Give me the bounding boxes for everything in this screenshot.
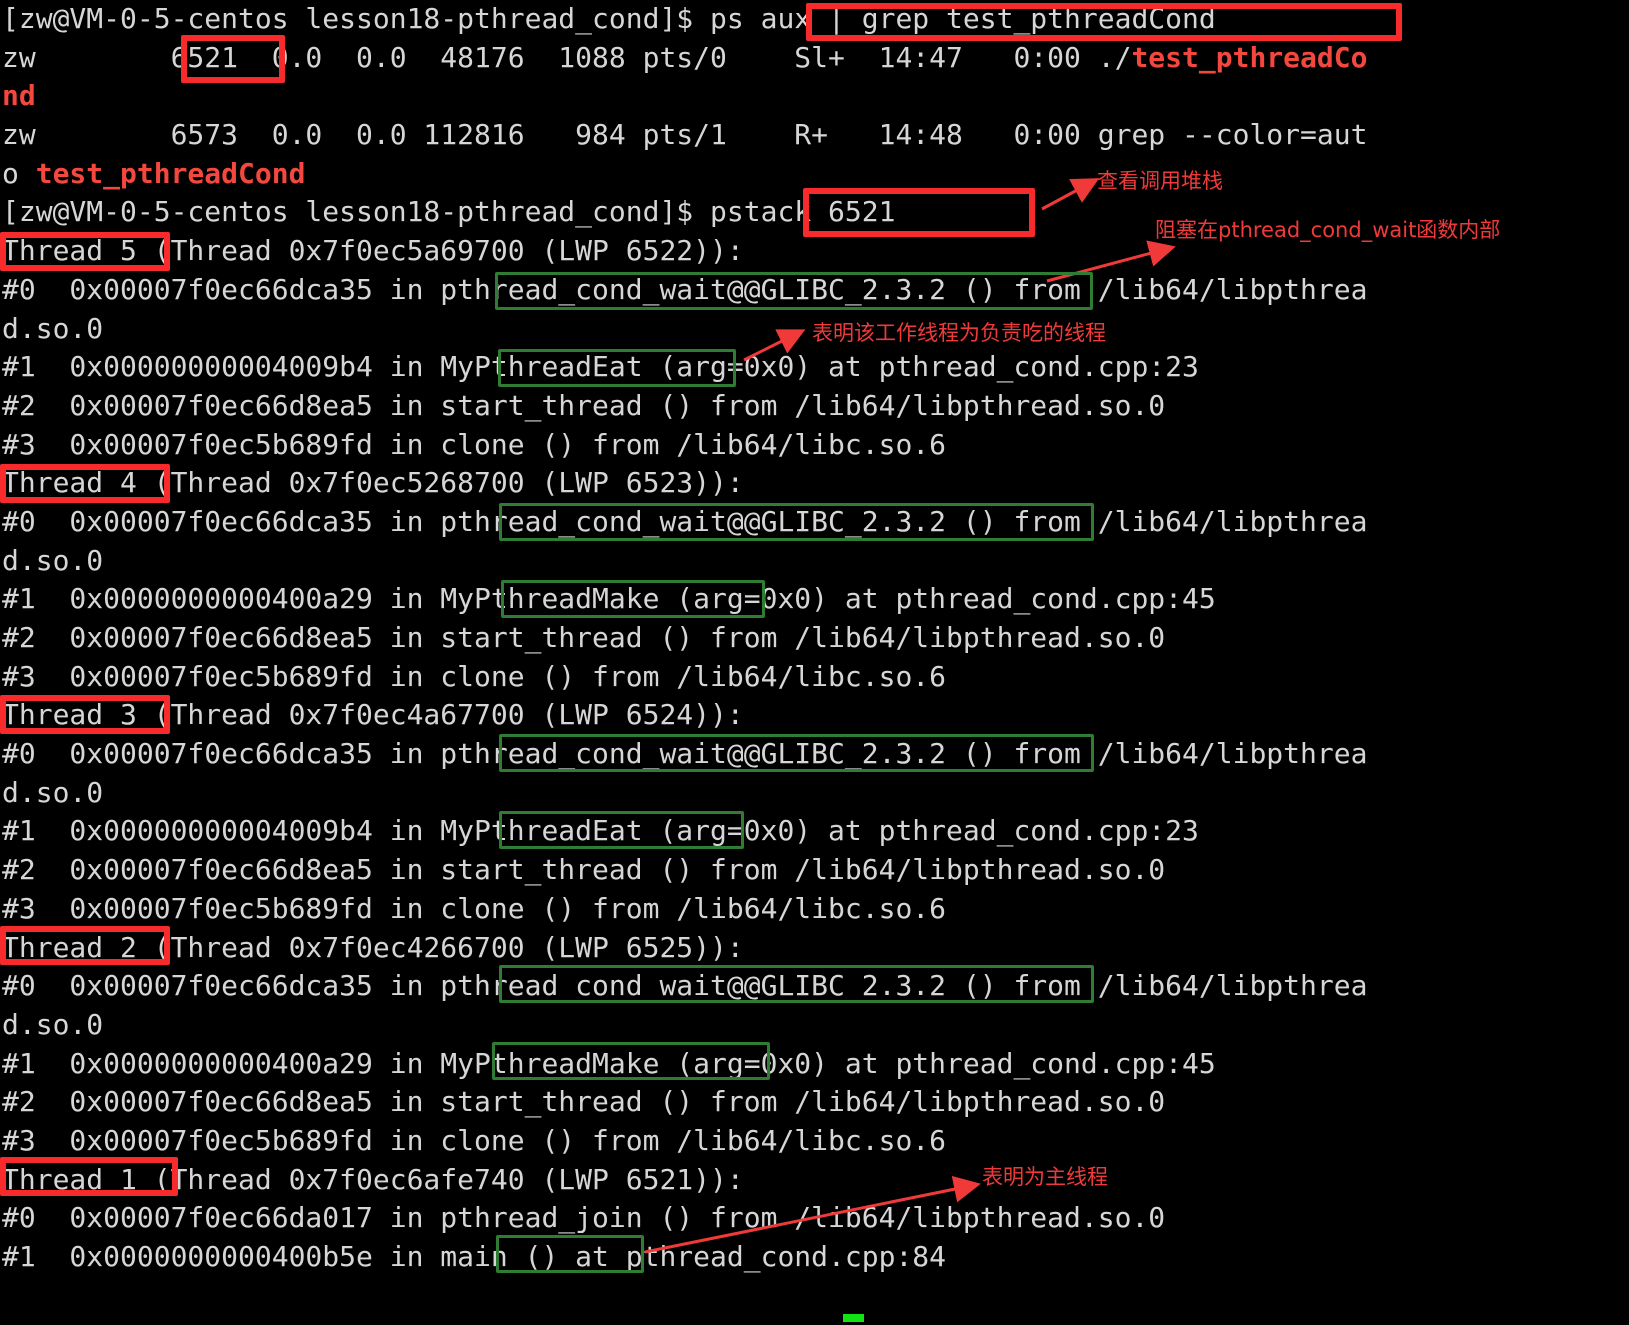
terminal-line: #3 0x00007f0ec5b689fd in clone () from /… bbox=[0, 1122, 1629, 1161]
terminal-text: #2 0x00007f0ec66d8ea5 in start_thread ()… bbox=[2, 388, 1166, 422]
terminal-line: d.so.0 bbox=[0, 774, 1629, 813]
terminal-text: #1 0x00000000004009b4 in MyPthreadEat (a… bbox=[2, 814, 1199, 848]
terminal-text: Thread 2 (Thread 0x7f0ec4266700 (LWP 652… bbox=[2, 930, 744, 964]
terminal-line: d.so.0 bbox=[0, 310, 1629, 349]
terminal-line: #3 0x00007f0ec5b689fd in clone () from /… bbox=[0, 890, 1629, 929]
terminal-text: #3 0x00007f0ec5b689fd in clone () from /… bbox=[2, 659, 947, 693]
grep-match-text: test_pthreadCo bbox=[1131, 40, 1368, 74]
terminal-text: d.so.0 bbox=[2, 775, 104, 809]
terminal-text: #3 0x00007f0ec5b689fd in clone () from /… bbox=[2, 891, 947, 925]
grep-match-text: nd bbox=[2, 79, 36, 113]
terminal-text: #3 0x00007f0ec5b689fd in clone () from /… bbox=[2, 1123, 947, 1157]
terminal-text: #0 0x00007f0ec66dca35 in pthread_cond_wa… bbox=[2, 737, 1368, 771]
terminal-text: o bbox=[2, 156, 36, 190]
terminal-text: #0 0x00007f0ec66dca35 in pthread_cond_wa… bbox=[2, 504, 1368, 538]
terminal-line: #2 0x00007f0ec66d8ea5 in start_thread ()… bbox=[0, 387, 1629, 426]
terminal-line: Thread 4 (Thread 0x7f0ec5268700 (LWP 652… bbox=[0, 464, 1629, 503]
terminal-text: #0 0x00007f0ec66dca35 in pthread_cond_wa… bbox=[2, 272, 1368, 306]
terminal-line: #3 0x00007f0ec5b689fd in clone () from /… bbox=[0, 426, 1629, 465]
terminal-text: #1 0x0000000000400b5e in main () at pthr… bbox=[2, 1240, 947, 1273]
terminal-output[interactable]: [zw@VM-0-5-centos lesson18-pthread_cond]… bbox=[0, 0, 1629, 1325]
terminal-line: #1 0x00000000004009b4 in MyPthreadEat (a… bbox=[0, 812, 1629, 851]
terminal-text: d.so.0 bbox=[2, 1007, 104, 1041]
terminal-line: #2 0x00007f0ec66d8ea5 in start_thread ()… bbox=[0, 619, 1629, 658]
terminal-line: #1 0x0000000000400a29 in MyPthreadMake (… bbox=[0, 580, 1629, 619]
terminal-text: #2 0x00007f0ec66d8ea5 in start_thread ()… bbox=[2, 853, 1166, 887]
terminal-line: Thread 3 (Thread 0x7f0ec4a67700 (LWP 652… bbox=[0, 696, 1629, 735]
terminal-text: #0 0x00007f0ec66dca35 in pthread_cond_wa… bbox=[2, 969, 1368, 1003]
terminal-text: #1 0x0000000000400a29 in MyPthreadMake (… bbox=[2, 582, 1216, 616]
terminal-text: #2 0x00007f0ec66d8ea5 in start_thread ()… bbox=[2, 621, 1166, 654]
terminal-line: zw 6573 0.0 0.0 112816 984 pts/1 R+ 14:4… bbox=[0, 116, 1629, 155]
terminal-line: #0 0x00007f0ec66dca35 in pthread_cond_wa… bbox=[0, 503, 1629, 542]
terminal-text: [zw@VM-0-5-centos lesson18-pthread_cond]… bbox=[2, 2, 1216, 35]
grep-match-text: test_pthreadCond bbox=[35, 156, 306, 190]
terminal-line: #1 0x00000000004009b4 in MyPthreadEat (a… bbox=[0, 348, 1629, 387]
terminal-text: d.so.0 bbox=[2, 543, 104, 577]
terminal-text: #1 0x00000000004009b4 in MyPthreadEat (a… bbox=[2, 350, 1199, 384]
terminal-text: Thread 4 (Thread 0x7f0ec5268700 (LWP 652… bbox=[2, 466, 744, 500]
terminal-line: Thread 5 (Thread 0x7f0ec5a69700 (LWP 652… bbox=[0, 232, 1629, 271]
terminal-text: zw 6521 0.0 0.0 48176 1088 pts/0 Sl+ 14:… bbox=[2, 40, 1132, 74]
terminal-line: zw 6521 0.0 0.0 48176 1088 pts/0 Sl+ 14:… bbox=[0, 39, 1629, 78]
terminal-line: #0 0x00007f0ec66da017 in pthread_join ()… bbox=[0, 1199, 1629, 1238]
terminal-line: #0 0x00007f0ec66dca35 in pthread_cond_wa… bbox=[0, 967, 1629, 1006]
terminal-text: #3 0x00007f0ec5b689fd in clone () from /… bbox=[2, 427, 947, 461]
terminal-line: [zw@VM-0-5-centos lesson18-pthread_cond]… bbox=[0, 0, 1629, 39]
terminal-text: #1 0x0000000000400a29 in MyPthreadMake (… bbox=[2, 1046, 1216, 1080]
terminal-text: Thread 1 (Thread 0x7f0ec6afe740 (LWP 652… bbox=[2, 1162, 744, 1196]
terminal-text: Thread 3 (Thread 0x7f0ec4a67700 (LWP 652… bbox=[2, 698, 744, 732]
terminal-line: d.so.0 bbox=[0, 1006, 1629, 1045]
terminal-line: #0 0x00007f0ec66dca35 in pthread_cond_wa… bbox=[0, 735, 1629, 774]
terminal-line: o test_pthreadCond bbox=[0, 155, 1629, 194]
terminal-line: #2 0x00007f0ec66d8ea5 in start_thread ()… bbox=[0, 851, 1629, 890]
terminal-line: Thread 2 (Thread 0x7f0ec4266700 (LWP 652… bbox=[0, 929, 1629, 968]
terminal-line: #1 0x0000000000400a29 in MyPthreadMake (… bbox=[0, 1045, 1629, 1084]
terminal-line: nd bbox=[0, 77, 1629, 116]
terminal-line: d.so.0 bbox=[0, 542, 1629, 581]
terminal-text: zw 6573 0.0 0.0 112816 984 pts/1 R+ 14:4… bbox=[2, 118, 1368, 152]
terminal-line: #3 0x00007f0ec5b689fd in clone () from /… bbox=[0, 658, 1629, 697]
terminal-line: Thread 1 (Thread 0x7f0ec6afe740 (LWP 652… bbox=[0, 1161, 1629, 1200]
terminal-line: [zw@VM-0-5-centos lesson18-pthread_cond]… bbox=[0, 193, 1629, 232]
terminal-text: d.so.0 bbox=[2, 311, 104, 345]
terminal-text: #0 0x00007f0ec66da017 in pthread_join ()… bbox=[2, 1201, 1166, 1235]
terminal-text: #2 0x00007f0ec66d8ea5 in start_thread ()… bbox=[2, 1085, 1166, 1119]
terminal-text: Thread 5 (Thread 0x7f0ec5a69700 (LWP 652… bbox=[2, 234, 744, 268]
terminal-line: #2 0x00007f0ec66d8ea5 in start_thread ()… bbox=[0, 1083, 1629, 1122]
terminal-line: #0 0x00007f0ec66dca35 in pthread_cond_wa… bbox=[0, 271, 1629, 310]
terminal-text: [zw@VM-0-5-centos lesson18-pthread_cond]… bbox=[2, 195, 896, 229]
terminal-line: #1 0x0000000000400b5e in main () at pthr… bbox=[0, 1238, 1629, 1277]
